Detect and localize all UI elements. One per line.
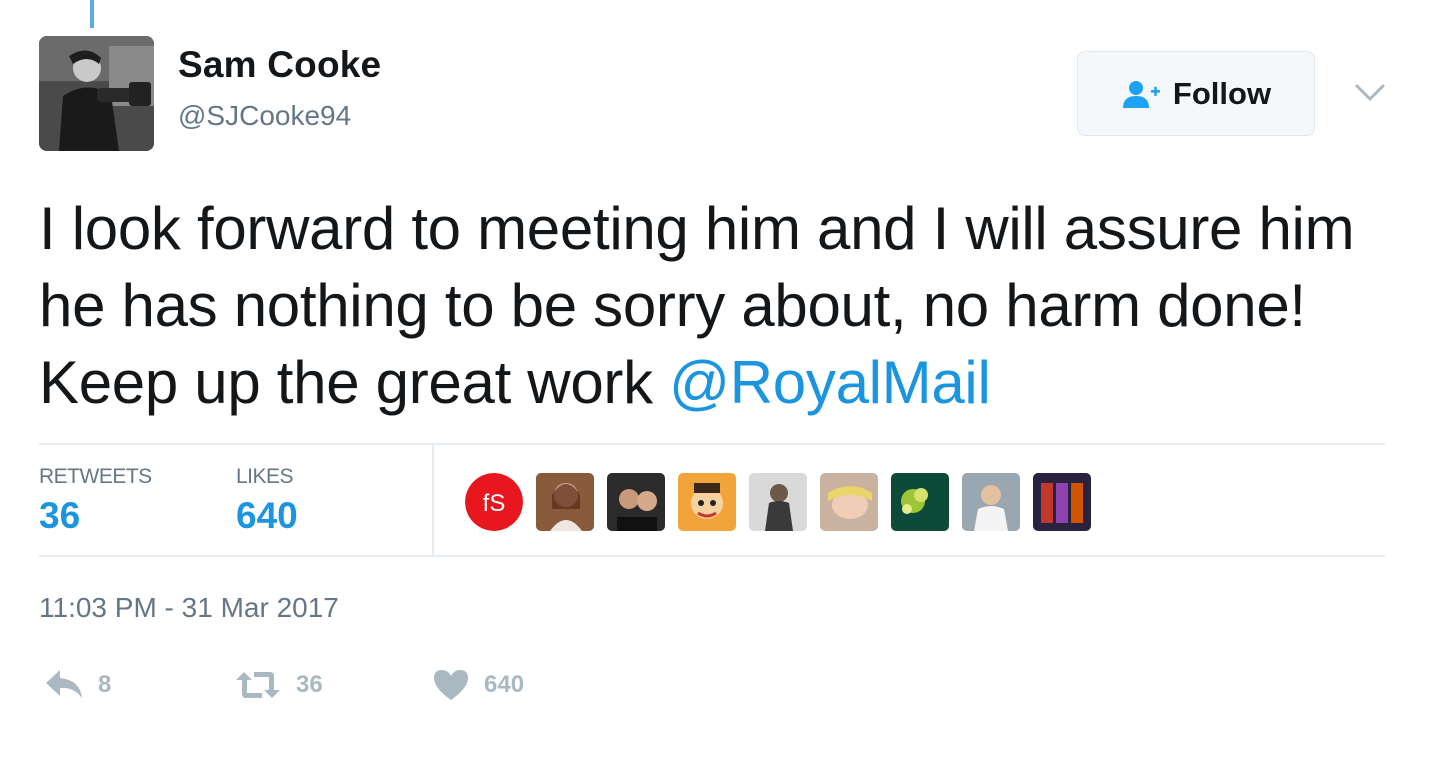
heart-icon	[434, 670, 468, 700]
tweet-stats-bar: RETWEETS 36 LIKES 640 fS	[39, 443, 1385, 557]
liker-avatar[interactable]	[891, 473, 949, 531]
like-button[interactable]: 640	[432, 668, 524, 702]
svg-text:fS: fS	[483, 490, 506, 517]
retweet-button[interactable]: 36	[234, 668, 323, 702]
reply-button[interactable]: 8	[44, 668, 111, 702]
tweet-timestamp[interactable]: 11:03 PM - 31 Mar 2017	[39, 592, 339, 624]
reply-count: 8	[98, 671, 112, 698]
likes-label: LIKES	[236, 465, 294, 488]
tweet-text: I look forward to meeting him and I will…	[39, 190, 1399, 421]
chevron-down-icon[interactable]	[1352, 78, 1388, 106]
user-display-name[interactable]: Sam Cooke	[178, 44, 381, 86]
liker-avatar[interactable]	[820, 473, 878, 531]
liker-avatar[interactable]	[678, 473, 736, 531]
stats-divider	[432, 445, 434, 555]
thread-connector-line	[90, 0, 94, 28]
retweets-value: 36	[39, 495, 81, 536]
liker-avatars: fS	[465, 473, 1091, 531]
retweet-count: 36	[296, 671, 323, 698]
liker-avatar[interactable]: fS	[465, 473, 523, 531]
likes-stat[interactable]: LIKES 640	[236, 465, 298, 537]
liker-avatar[interactable]	[607, 473, 665, 531]
likes-value: 640	[236, 495, 298, 536]
user-handle[interactable]: @SJCooke94	[178, 100, 351, 132]
liker-avatar[interactable]	[536, 473, 594, 531]
retweets-label: RETWEETS	[39, 465, 152, 488]
user-avatar[interactable]	[39, 36, 154, 151]
retweet-icon	[236, 672, 280, 698]
tweet-mention-link[interactable]: @RoyalMail	[669, 349, 991, 416]
follow-button[interactable]: Follow	[1077, 51, 1315, 136]
follow-button-label: Follow	[1172, 75, 1272, 111]
liker-avatar[interactable]	[962, 473, 1020, 531]
like-count: 640	[484, 671, 525, 698]
avatar-photo	[39, 36, 154, 151]
liker-avatar[interactable]	[749, 473, 807, 531]
liker-avatar[interactable]	[1033, 473, 1091, 531]
retweets-stat[interactable]: RETWEETS 36	[39, 465, 152, 537]
follow-user-icon	[1121, 78, 1161, 110]
reply-icon	[46, 670, 82, 698]
